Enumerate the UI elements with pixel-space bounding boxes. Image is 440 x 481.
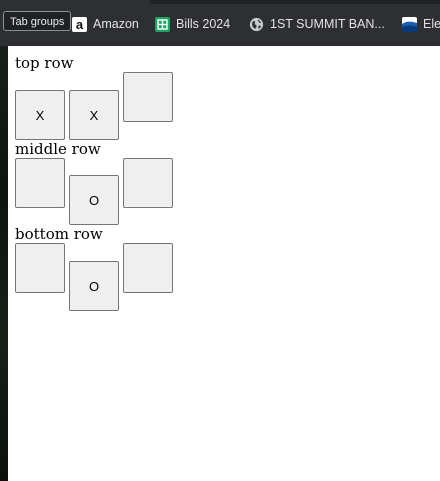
bookmark-1st-summit-bank[interactable]: 1ST SUMMIT BAN... <box>249 13 385 35</box>
amazon-icon: a <box>72 16 87 32</box>
bookmark-label: Ele <box>423 17 440 31</box>
bottom-row-cell-1[interactable] <box>15 243 65 293</box>
bookmark-amazon[interactable]: a Amazon <box>72 13 139 35</box>
bottom-row-cell-3[interactable] <box>123 243 173 293</box>
globe-icon <box>249 17 264 32</box>
desktop-edge <box>0 0 8 481</box>
bookmark-label: Bills 2024 <box>176 17 231 31</box>
tab-strip-edge <box>150 0 440 4</box>
bookmark-bills-2024[interactable]: Bills 2024 <box>155 13 230 35</box>
bookmark-label: Amazon <box>93 17 139 31</box>
bottom-row-label: bottom row <box>15 225 103 243</box>
middle-row-cell-3[interactable] <box>123 158 173 208</box>
middle-row-cell-1[interactable] <box>15 158 65 208</box>
top-row-cell-3[interactable] <box>123 72 173 122</box>
top-row-cell-2[interactable]: X <box>69 90 119 140</box>
flag-icon <box>402 16 417 32</box>
bookmark-label: 1ST SUMMIT BAN... <box>270 17 385 31</box>
bottom-row-cell-2[interactable]: O <box>69 261 119 311</box>
bookmarks-bar: Tab groups a Amazon Bills 2024 1ST SUMMI… <box>0 0 440 46</box>
middle-row-cell-2[interactable]: O <box>69 175 119 225</box>
sheets-icon <box>155 16 170 32</box>
middle-row-label: middle row <box>15 140 101 158</box>
bookmark-ele[interactable]: Ele <box>402 13 440 35</box>
tab-groups-tooltip: Tab groups <box>3 11 72 31</box>
top-row-cell-1[interactable]: X <box>15 90 65 140</box>
top-row-label: top row <box>15 54 74 72</box>
